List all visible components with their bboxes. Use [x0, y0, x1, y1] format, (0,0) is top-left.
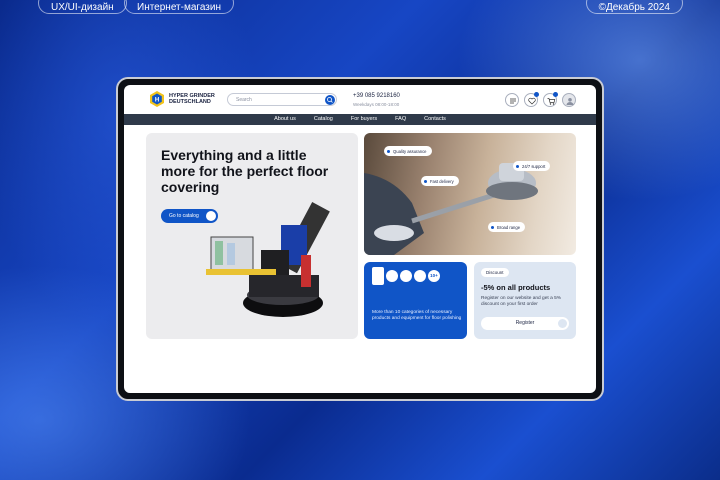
polishing-photo: Quality assurance Fast delivery 24/7 sup…	[364, 133, 576, 255]
tag-ux-ui: UX/UI-дизайн	[38, 0, 127, 14]
nav-faq[interactable]: FAQ	[395, 114, 406, 125]
logo-text[interactable]: HYPER GRINDER DEUTSCHLAND	[169, 93, 215, 105]
compare-icon	[510, 98, 516, 104]
search-input[interactable]: Search	[227, 93, 337, 106]
nav-catalog[interactable]: Catalog	[314, 114, 333, 125]
user-icon	[566, 98, 574, 105]
favorites-button[interactable]	[524, 92, 539, 107]
logo-line2: DEUTSCHLAND	[169, 99, 211, 105]
tag-date: ©Декабрь 2024	[585, 0, 683, 14]
site-header: H HYPER GRINDER DEUTSCHLAND Search +39 0…	[124, 85, 596, 113]
nav-contacts[interactable]: Contacts	[424, 114, 446, 125]
tag-ecommerce: Интернет-магазин	[124, 0, 234, 14]
bucket-icon	[400, 270, 412, 282]
count-badge: 10+	[428, 270, 440, 282]
search-button[interactable]	[325, 95, 335, 105]
nav-for-buyers[interactable]: For buyers	[351, 114, 377, 125]
register-button[interactable]: Register	[481, 317, 569, 330]
cart-icon	[547, 98, 556, 105]
hero-card: Everything and a little more for the per…	[146, 133, 358, 339]
mop-icon	[386, 270, 398, 282]
spray-icon	[372, 267, 384, 285]
main-nav: About us Catalog For buyers FAQ Contacts	[124, 114, 596, 125]
phone-number[interactable]: +39 085 9218160	[353, 93, 400, 99]
discount-title: -5% on all products	[481, 283, 551, 292]
category-icons: 10+	[372, 267, 440, 285]
compare-button[interactable]	[505, 93, 519, 107]
discount-card: Discount -5% on all products Register on…	[474, 262, 576, 339]
logo-icon[interactable]: H	[149, 91, 165, 107]
discount-badge: Discount	[481, 268, 509, 277]
tag-quality-assurance: Quality assurance	[384, 146, 432, 156]
tag-support: 24/7 support	[513, 161, 551, 171]
tag-broad-range: Broad range	[488, 222, 526, 232]
categories-card[interactable]: 10+ More than 10 categories of necessary…	[364, 262, 467, 339]
floor-grinder-image	[206, 202, 330, 317]
cta-label: Go to catalog	[169, 213, 199, 219]
tag-fast-delivery: Fast delivery	[421, 176, 459, 186]
laptop-frame: H HYPER GRINDER DEUTSCHLAND Search +39 0…	[116, 77, 604, 401]
cart-button[interactable]	[543, 92, 558, 107]
discount-text: Register on our website and get a 5% dis…	[481, 296, 561, 307]
working-hours: Weekdays 08:00-18:00	[353, 102, 400, 107]
hero-title: Everything and a little more for the per…	[161, 147, 329, 195]
search-icon	[327, 97, 333, 103]
heart-icon	[528, 97, 536, 105]
favorites-badge	[534, 92, 539, 97]
cart-badge	[553, 92, 558, 97]
svg-text:H: H	[155, 98, 159, 104]
nav-about-us[interactable]: About us	[274, 114, 296, 125]
register-label: Register	[515, 320, 535, 326]
machine-icon	[414, 270, 426, 282]
arrow-right-icon	[558, 319, 567, 328]
search-placeholder: Search	[236, 97, 252, 103]
categories-text: More than 10 categories of necessary pro…	[372, 310, 462, 321]
website-screen: H HYPER GRINDER DEUTSCHLAND Search +39 0…	[124, 85, 596, 393]
profile-button[interactable]	[562, 93, 576, 107]
